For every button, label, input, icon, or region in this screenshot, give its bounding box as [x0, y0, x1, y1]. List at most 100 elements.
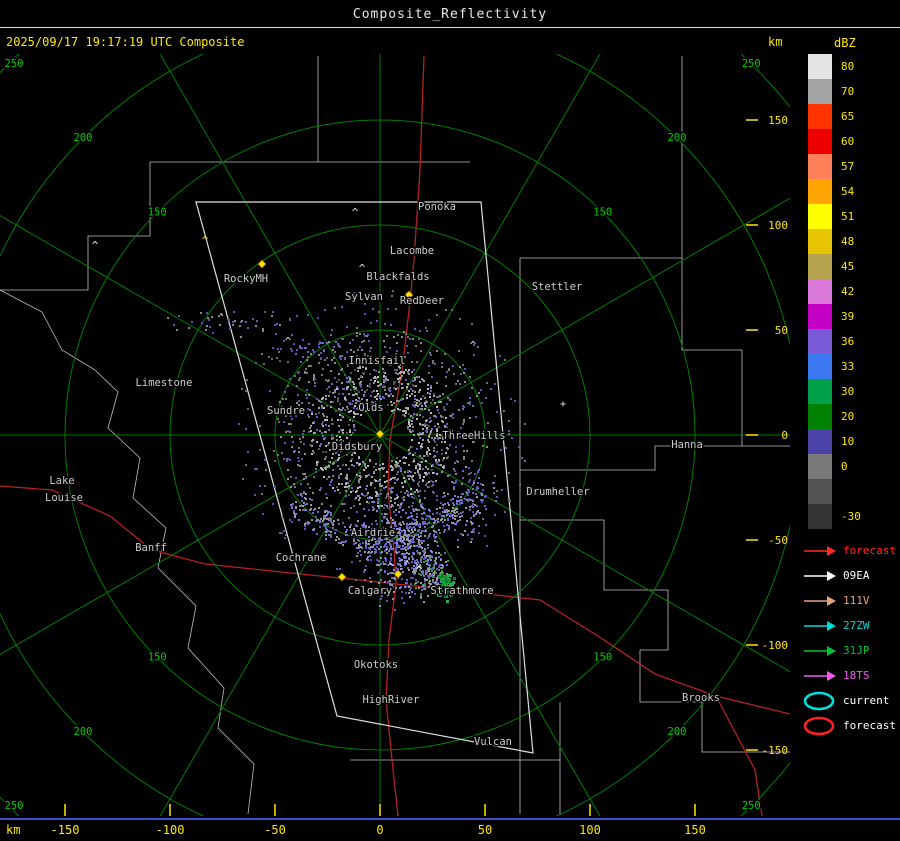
radar-map[interactable]: 150 150 150 150 200 200 200 200 250 250 250 250 ^ ^ ^ ^… — [0, 50, 790, 818]
colorbar-swatch — [808, 379, 832, 404]
right-axis-tick-label: 0 — [781, 429, 788, 442]
legend-label: 18TS — [843, 669, 870, 682]
range-ring-label: 200 — [74, 132, 93, 144]
colorbar-swatch — [808, 404, 832, 429]
colorbar-swatch — [808, 354, 832, 379]
colorbar-swatch — [808, 429, 832, 454]
range-ring-label: 200 — [74, 726, 93, 738]
colorbar-row: 10 — [800, 429, 900, 454]
range-ring-label: 150 — [593, 206, 612, 218]
bottom-axis-tick-label: -150 — [50, 823, 80, 837]
colorbar-value: 0 — [841, 460, 848, 473]
colorbar-value: 10 — [841, 435, 855, 448]
city-label: RockyMH — [224, 273, 268, 285]
radar-site-icon — [257, 259, 267, 269]
city-label: Airdrie — [351, 527, 395, 539]
caret-marker-icon: ^ — [202, 234, 209, 247]
colorbar-swatch — [808, 279, 832, 304]
colorbar-swatch — [808, 79, 832, 104]
colorbar-value: 48 — [841, 235, 855, 248]
caret-marker-icon: ^ — [416, 564, 423, 577]
colorbar-value: 42 — [841, 285, 855, 298]
colorbar-value: 39 — [841, 310, 855, 323]
colorbar-row: 36 — [800, 329, 900, 354]
colorbar-swatch — [808, 179, 832, 204]
bottom-axis-tick-label: 0 — [376, 823, 384, 837]
title-separator — [0, 27, 900, 28]
bottom-axis-tick-label: 100 — [579, 823, 601, 837]
colorbar-value: 33 — [841, 360, 855, 373]
colorbar-value: 30 — [841, 385, 855, 398]
colorbar-swatch — [808, 254, 832, 279]
range-ring-label: 150 — [148, 206, 167, 218]
legend-rows: forecast 09EA 111V 27ZW 31JP 18TS current forec… — [800, 538, 900, 738]
forecast-arrow-icon — [804, 545, 836, 556]
range-ring-label: 250 — [742, 800, 761, 812]
colorbar-row: 33 — [800, 354, 900, 379]
colorbar-row: 60 — [800, 129, 900, 154]
range-ring-label: 200 — [668, 132, 687, 144]
range-ring-label: 200 — [668, 726, 687, 738]
colorbar-value: 45 — [841, 260, 855, 273]
city-label: Ponoka — [418, 201, 456, 213]
09EA-arrow-icon — [804, 570, 836, 581]
colorbar-value: 20 — [841, 410, 855, 423]
city-label: Limestone — [136, 377, 193, 389]
colorbar-swatch — [808, 129, 832, 154]
city-label: ThreeHills — [442, 430, 505, 442]
colorbar-swatch — [808, 329, 832, 354]
31JP-arrow-icon — [804, 645, 836, 656]
caret-marker-icon: ^ — [285, 335, 292, 348]
city-label: HighRiver — [363, 694, 420, 706]
bottom-axis: km -150 -100 -50 0 50 100 150 — [0, 823, 900, 839]
bottom-axis-tick-label: -100 — [155, 823, 185, 837]
range-ring-label: 250 — [742, 58, 761, 70]
forecast-ellipse-icon — [803, 716, 835, 735]
city-label: Stettler — [532, 281, 583, 293]
18TS-arrow-icon — [804, 670, 836, 681]
colorbar-value: 60 — [841, 135, 855, 148]
right-axis-tick-label: -100 — [762, 639, 789, 652]
colorbar-row — [800, 479, 900, 504]
colorbar-row: 54 — [800, 179, 900, 204]
colorbar-row: 42 — [800, 279, 900, 304]
legend-item: forecast — [800, 538, 900, 563]
city-label: RedDeer — [400, 295, 444, 307]
range-ring-label: 150 — [593, 652, 612, 664]
city-label: Sylvan — [345, 291, 383, 303]
city-label: Drumheller — [526, 486, 589, 498]
city-label: Brooks — [682, 692, 720, 704]
bottom-separator — [0, 818, 900, 820]
colorbar-rows: 80 70 65 60 57 54 51 48 45 42 39 36 33 30 20 10 0 -30 — [800, 54, 900, 529]
legend-label: 111V — [843, 594, 870, 607]
bottom-axis-tick-label: -50 — [264, 823, 286, 837]
colorbar-value: 65 — [841, 110, 855, 123]
colorbar-swatch — [808, 154, 832, 179]
bottom-axis-unit-label: km — [6, 823, 21, 837]
legend-item: 31JP — [800, 638, 900, 663]
right-axis-tick-label: -150 — [762, 744, 789, 757]
timestamp: 2025/09/17 19:17:19 UTC Composite — [6, 35, 245, 49]
caret-marker-icon: ^ — [359, 262, 366, 275]
colorbar-value: 51 — [841, 210, 855, 223]
legend-label: 27ZW — [843, 619, 870, 632]
bottom-axis-tick-label: 50 — [477, 823, 493, 837]
colorbar-row: 70 — [800, 79, 900, 104]
city-label: Blackfalds — [366, 271, 429, 283]
city-label: Innisfail — [349, 355, 406, 367]
legend-item: 18TS — [800, 663, 900, 688]
right-axis: 150 100 50 0 -50 -100 -150 — [64, 114, 789, 816]
legend-label: forecast — [843, 544, 896, 557]
city-label: Olds — [358, 402, 383, 414]
city-label: Vulcan — [474, 736, 512, 748]
legend-label: 31JP — [843, 644, 870, 657]
range-ring-label: 150 — [148, 652, 167, 664]
city-label: Sundre — [267, 405, 305, 417]
caret-marker-icon: ^ — [92, 239, 99, 252]
colorbar-swatch — [808, 204, 832, 229]
colorbar-swatch — [808, 479, 832, 504]
right-axis-unit-label: km — [768, 35, 783, 49]
legend-item: 27ZW — [800, 613, 900, 638]
colorbar-row: -30 — [800, 504, 900, 529]
colorbar-row: 20 — [800, 404, 900, 429]
